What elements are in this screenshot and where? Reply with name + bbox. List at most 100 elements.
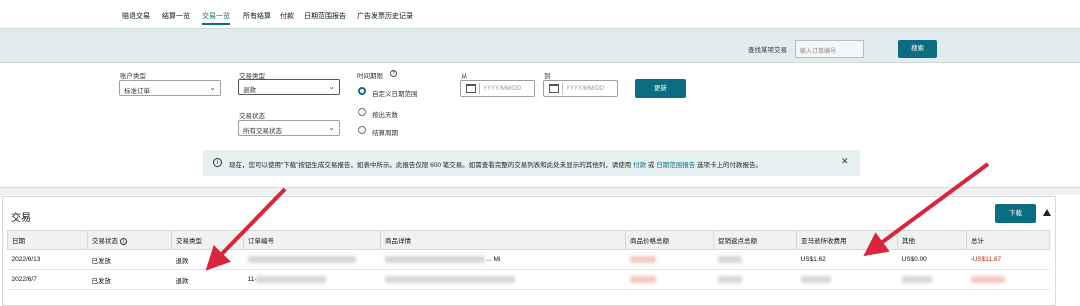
from-date-placeholder: YYYY/MM/DD (483, 86, 522, 92)
cell-amazon-fees: US$1.62 (796, 249, 898, 270)
transaction-type-value: 退款 (243, 87, 256, 94)
cell-promo-total (713, 269, 797, 290)
cell-details-text: ... Mi (486, 256, 501, 264)
nav-tab-item[interactable]: 付款 (280, 11, 294, 21)
payments-link[interactable]: 付款 (633, 162, 646, 169)
order-search-input[interactable]: 输入订单编号 (795, 40, 864, 58)
field-divider (479, 83, 480, 94)
chevron-down-icon: ⌄ (328, 123, 335, 132)
close-icon[interactable]: ✕ (841, 156, 849, 167)
transactions-table: 日期 交易状态 i 交易类型 订单编号 商品详情 商品价格总额 促销返点总额 亚… (7, 230, 1050, 290)
nav-tab-item[interactable]: 结算一览 (162, 11, 190, 21)
nav-tab-active[interactable]: 交易一览 (202, 11, 230, 25)
cell-date: 2022/6/13 (7, 249, 88, 270)
field-divider (562, 83, 563, 94)
cell-order-id-text: 11- (247, 276, 257, 284)
cell-price-total (625, 269, 714, 290)
from-date-input[interactable]: YYYY/MM/DD (460, 80, 535, 97)
nav-tab-item[interactable]: 日期范围报告 (304, 11, 346, 21)
cell-details: ... Mi (380, 249, 626, 270)
banner-text: 现在，您可以使用“下载”按钮生成交易报告，如表中所示。此报告仅限 600 笔交易… (229, 159, 762, 169)
table-row: 2022/6/7 已发放 退款 11- (7, 269, 1050, 290)
cell-other (897, 269, 967, 290)
top-nav: 赔退交易 结算一览 交易一览 所有结算 付款 日期范围报告 广告发票历史记录 (0, 0, 1080, 28)
redacted-block (256, 275, 327, 283)
nav-tab-item[interactable]: 广告发票历史记录 (357, 11, 413, 21)
banner-text-part: 选项卡上的付款报告。 (697, 162, 763, 169)
cell-amazon-fees (796, 269, 898, 290)
redacted-block (247, 255, 356, 263)
column-header-label: 交易状态 (92, 238, 118, 245)
info-icon: i (213, 158, 222, 167)
warning-icon[interactable] (1043, 209, 1051, 216)
cell-details (380, 269, 626, 290)
redacted-block (717, 275, 742, 283)
column-header[interactable]: 总计 (966, 230, 1050, 250)
transactions-title: 交易 (11, 213, 31, 224)
radio-settlement-period-label: 结算周期 (372, 130, 398, 137)
to-date-placeholder: YYYY/MM/DD (566, 86, 605, 92)
banner-text-part: 现在，您可以使用“下载”按钮生成交易报告，如表中所示。此报告仅限 600 笔交易… (229, 162, 632, 169)
redacted-block (629, 255, 656, 263)
redacted-block (970, 275, 1005, 283)
calendar-icon (549, 84, 559, 93)
cell-order-id[interactable] (243, 249, 381, 270)
redacted-block (717, 255, 742, 263)
account-type-select[interactable]: 标准订单 ⌄ (119, 80, 221, 96)
cell-status: 已发放 (87, 249, 172, 270)
column-header[interactable]: 商品价格总额 (625, 230, 714, 250)
nav-tab-item[interactable]: 所有结算 (243, 11, 271, 21)
radio-past-days-label: 按出天数 (372, 112, 398, 119)
transactions-panel: 交易 下载 日期 交易状态 i 交易类型 订单编号 商品详情 商品价格总额 促销… (2, 196, 1056, 306)
transaction-type-select[interactable]: 退款 ⌄ (238, 79, 340, 95)
column-header[interactable]: 订单编号 (243, 230, 381, 250)
transaction-status-label: 交易状态 (239, 113, 265, 120)
info-banner: i 现在，您可以使用“下载”按钮生成交易报告，如表中所示。此报告仅限 600 笔… (203, 150, 860, 176)
cell-total (966, 269, 1050, 290)
search-label: 查找某项交易 (748, 47, 787, 54)
cell-promo-total (713, 249, 797, 270)
transaction-status-select[interactable]: 所有交易状态 ⌄ (238, 120, 340, 136)
cell-other: US$0.00 (897, 249, 967, 270)
time-period-label: 时间期限 (357, 73, 383, 80)
to-date-input[interactable]: YYYY/MM/DD (543, 80, 618, 97)
column-header-status[interactable]: 交易状态 i (87, 230, 172, 250)
search-band: 查找某项交易 输入订单编号 搜索 (0, 28, 1080, 63)
info-icon[interactable]: i (119, 237, 127, 245)
column-header[interactable]: 日期 (7, 230, 88, 250)
radio-past-days[interactable] (358, 108, 366, 116)
update-button[interactable]: 更新 (635, 79, 686, 98)
transaction-status-value: 所有交易状态 (243, 128, 282, 135)
cell-price-total (625, 249, 714, 270)
cell-status: 已发放 (87, 269, 172, 290)
column-header[interactable]: 促销返点总额 (713, 230, 797, 250)
column-header[interactable]: 亚马逊所收费用 (796, 230, 898, 250)
column-header[interactable]: 商品详情 (380, 230, 626, 250)
from-label: 从 (461, 73, 468, 80)
nav-tab-item[interactable]: 赔退交易 (122, 11, 150, 21)
cell-order-id[interactable]: 11- (243, 269, 381, 290)
radio-custom-range[interactable] (358, 87, 366, 95)
section-divider (0, 187, 1080, 195)
chevron-down-icon: ⌄ (328, 82, 335, 91)
table-row: 2022/6/13 已发放 退款 ... Mi US$1.62 US$0.00 … (7, 249, 1050, 270)
date-range-report-link[interactable]: 日期范围报告 (656, 162, 695, 169)
redacted-block (384, 275, 515, 283)
account-type-value: 标准订单 (124, 88, 150, 95)
cell-type: 退款 (171, 249, 244, 270)
redacted-block (384, 255, 485, 263)
cell-total: -US$11.87 (966, 249, 1050, 270)
redacted-block (800, 275, 831, 283)
redacted-block (629, 275, 656, 283)
banner-text-part: 或 (647, 162, 655, 169)
column-header[interactable]: 其他 (897, 230, 967, 250)
radio-settlement-period[interactable] (358, 126, 366, 134)
table-header-row: 日期 交易状态 i 交易类型 订单编号 商品详情 商品价格总额 促销返点总额 亚… (7, 230, 1050, 250)
search-button[interactable]: 搜索 (898, 40, 937, 58)
download-button[interactable]: 下载 (995, 204, 1036, 223)
column-header[interactable]: 交易类型 (171, 230, 244, 250)
cell-type: 退款 (171, 269, 244, 290)
cell-date: 2022/6/7 (7, 269, 88, 290)
help-icon[interactable]: ? (390, 70, 397, 77)
chevron-down-icon: ⌄ (209, 83, 216, 92)
